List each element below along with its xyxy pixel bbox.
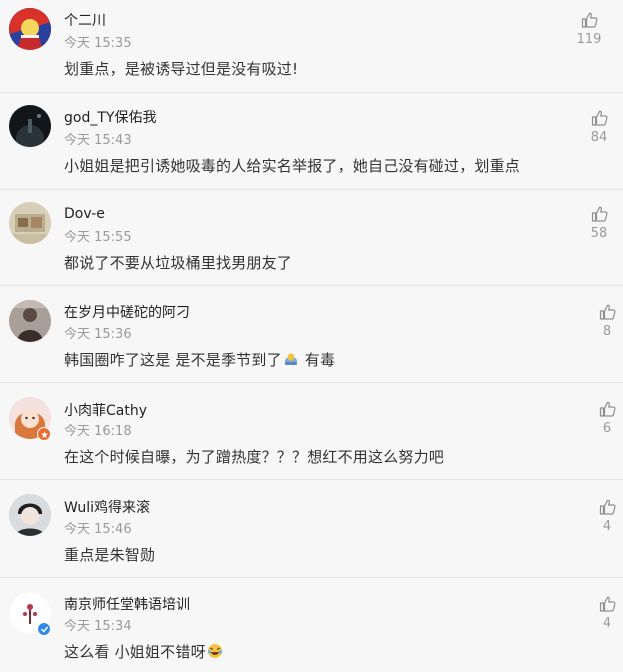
comment-text: 在这个时候自曝，为了蹭热度？？？想红不用这么努力吧 xyxy=(64,448,445,466)
username[interactable]: 个二川 xyxy=(64,10,106,30)
comment-text: 韩国圈咋了这是 是不是季节到了 有毒 xyxy=(64,349,335,370)
thumbs-up-icon xyxy=(591,110,608,126)
comment-item: god_TY保佑我 今天 15:43 小姐姐是把引诱她吸毒的人给实名举报了，她自… xyxy=(0,93,623,190)
comment-time: 今天 15:55 xyxy=(64,230,132,245)
like-count: 58 xyxy=(590,226,608,241)
comment-item: 小肉菲Cathy 今天 16:18 在这个时候自曝，为了蹭热度？？？想红不用这么… xyxy=(0,383,623,480)
thumbs-up-icon xyxy=(599,499,616,515)
avatar[interactable] xyxy=(9,8,51,50)
comment-item: 南京师任堂韩语培训 今天 15:34 这么看 小姐姐不错呀 4 xyxy=(0,578,623,672)
comment-time: 今天 15:34 xyxy=(64,619,132,634)
avatar[interactable] xyxy=(9,494,51,536)
comment-text: 都说了不要从垃圾桶里找男朋友了 xyxy=(64,254,293,272)
avatar-image-icon xyxy=(9,8,51,50)
avatar[interactable] xyxy=(9,202,51,244)
comment-time: 今天 16:18 xyxy=(64,424,132,439)
avatar-image-icon xyxy=(9,300,51,342)
comment-time: 今天 15:43 xyxy=(64,133,132,148)
username[interactable]: 小肉菲Cathy xyxy=(64,400,147,420)
comment-item: 个二川 今天 15:35 划重点，是被诱导过但是没有吸过! 119 xyxy=(0,0,623,93)
avatar[interactable] xyxy=(9,105,51,147)
avatar-image-icon xyxy=(9,494,51,536)
comment-item: Wuli鸡得来滚 今天 15:46 重点是朱智勋 4 xyxy=(0,480,623,578)
username[interactable]: god_TY保佑我 xyxy=(64,107,156,127)
comment-text: 这么看 小姐姐不错呀 xyxy=(64,641,224,662)
username[interactable]: 南京师任堂韩语培训 xyxy=(64,594,190,614)
blue-verified-badge-icon xyxy=(37,622,51,636)
comment-time: 今天 15:35 xyxy=(64,36,132,51)
thumbs-up-icon xyxy=(581,12,598,28)
comment-text-part: 这么看 小姐姐不错呀 xyxy=(64,643,206,661)
like-count: 8 xyxy=(602,324,612,339)
like-button[interactable]: 4 xyxy=(585,499,623,534)
like-count: 6 xyxy=(602,421,612,436)
like-button[interactable]: 6 xyxy=(585,401,623,436)
like-count: 4 xyxy=(602,616,612,631)
orange-verified-badge-icon xyxy=(37,427,51,441)
username[interactable]: 在岁月中磋砣的阿刁 xyxy=(64,302,190,322)
avatar[interactable] xyxy=(9,300,51,342)
crab-emoji-icon xyxy=(284,353,297,365)
avatar-image-icon xyxy=(9,105,51,147)
like-count: 119 xyxy=(576,32,602,47)
thumbs-up-icon xyxy=(591,206,608,222)
comment-time: 今天 15:36 xyxy=(64,327,132,342)
comment-text: 重点是朱智勋 xyxy=(64,546,156,564)
like-button[interactable]: 58 xyxy=(577,206,621,241)
comment-time: 今天 15:46 xyxy=(64,522,132,537)
comment-list: 个二川 今天 15:35 划重点，是被诱导过但是没有吸过! 119 god_TY… xyxy=(0,0,623,672)
username[interactable]: Dov-e xyxy=(64,206,105,222)
avatar-image-icon xyxy=(9,202,51,244)
username[interactable]: Wuli鸡得来滚 xyxy=(64,497,150,517)
thumbs-up-icon xyxy=(599,401,616,417)
like-button[interactable]: 119 xyxy=(567,12,611,47)
comment-text-part: 韩国圈咋了这是 是不是季节到了 xyxy=(64,351,282,369)
comment-text: 划重点，是被诱导过但是没有吸过! xyxy=(64,60,299,78)
like-count: 84 xyxy=(590,130,608,145)
comment-item: Dov-e 今天 15:55 都说了不要从垃圾桶里找男朋友了 58 xyxy=(0,190,623,286)
like-button[interactable]: 8 xyxy=(585,304,623,339)
like-button[interactable]: 84 xyxy=(577,110,621,145)
comment-text: 小姐姐是把引诱她吸毒的人给实名举报了，她自己没有碰过，划重点 xyxy=(64,157,521,175)
like-button[interactable]: 4 xyxy=(585,596,623,631)
like-count: 4 xyxy=(602,519,612,534)
comment-text-part: 有毒 xyxy=(299,351,336,369)
comment-item: 在岁月中磋砣的阿刁 今天 15:36 韩国圈咋了这是 是不是季节到了 有毒 8 xyxy=(0,286,623,383)
thumbs-up-icon xyxy=(599,596,616,612)
laugh-cry-emoji-icon xyxy=(207,644,222,658)
thumbs-up-icon xyxy=(599,304,616,320)
